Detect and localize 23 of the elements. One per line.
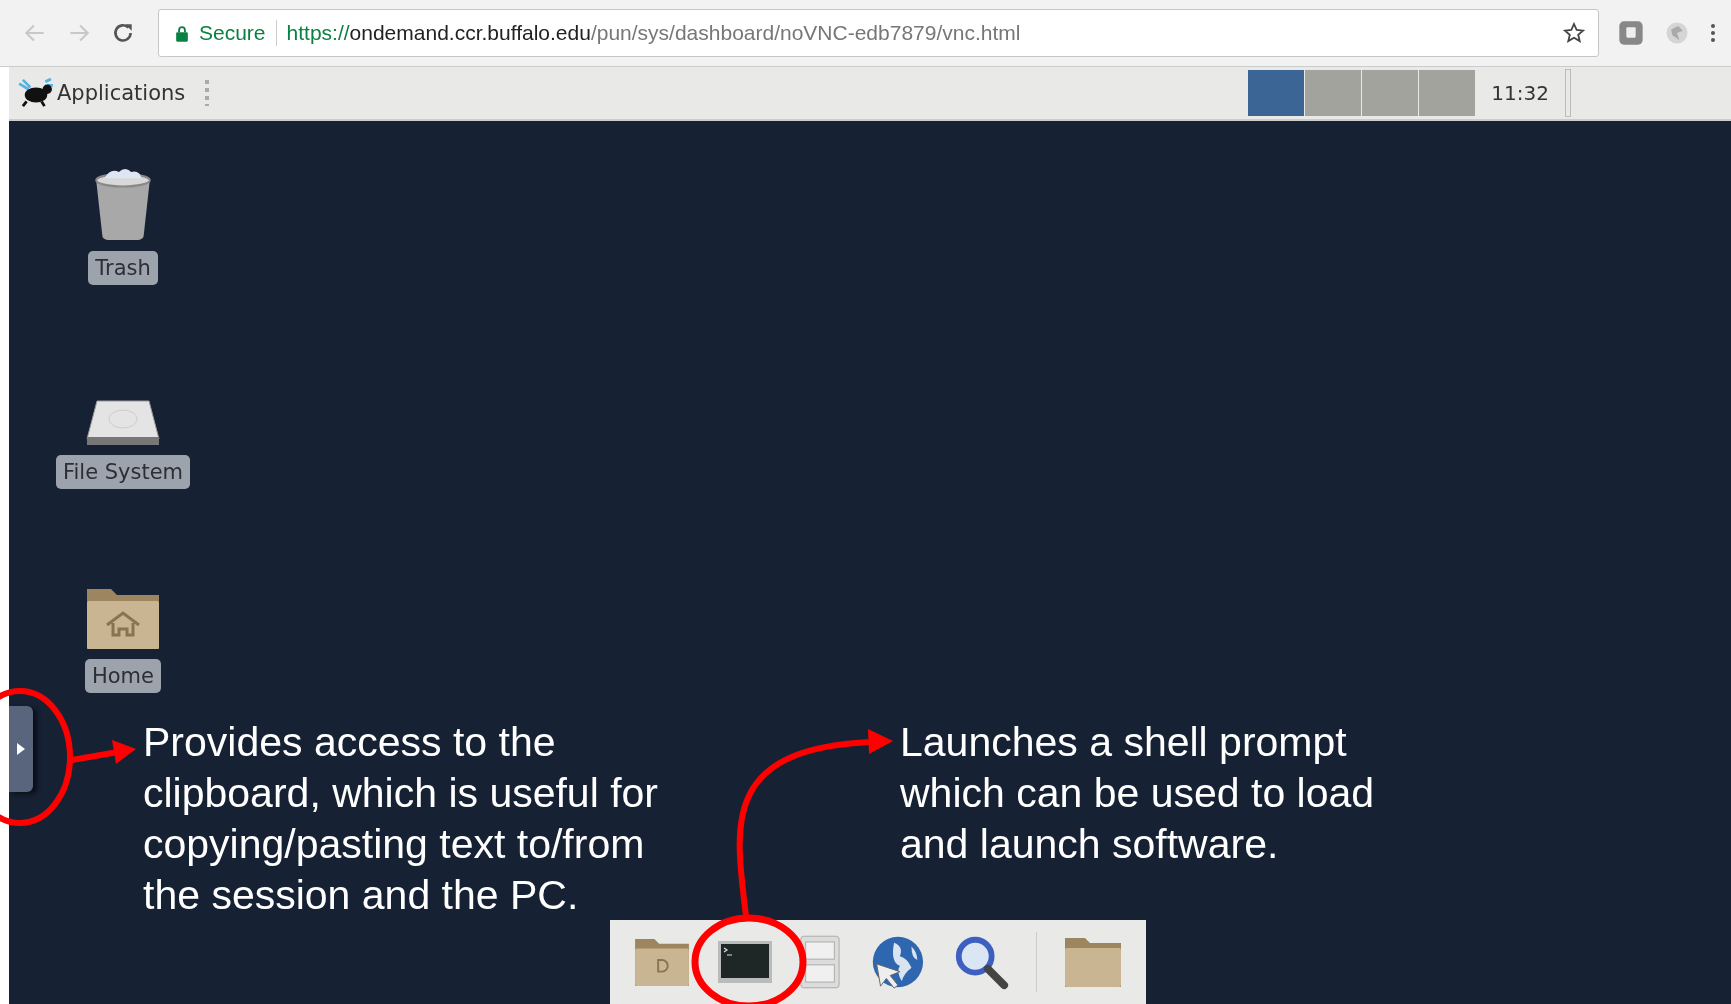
bookmark-star-icon[interactable]	[1562, 21, 1586, 45]
annotation-text: Provides access to the clipboard, which is useful for copying/pasting text to/from the session and the PC.	[143, 718, 659, 920]
panel-handle	[1565, 69, 1571, 117]
clock: 11:32	[1491, 81, 1549, 105]
folder-icon[interactable]	[1062, 936, 1123, 988]
annotation-arrow	[71, 740, 136, 764]
icon-label: Trash	[88, 251, 158, 285]
applications-menu[interactable]: Applications	[9, 78, 192, 108]
extension-icon[interactable]	[1617, 19, 1645, 47]
panel-grip	[205, 80, 210, 106]
annotation-text: Launches a shell prompt which can be used to load and launch software.	[900, 718, 1375, 869]
lock-icon	[175, 24, 189, 42]
file-cabinet-icon[interactable]	[799, 934, 842, 990]
clipboard-tab[interactable]	[9, 706, 33, 792]
url-text: https://ondemand.ccr.buffalo.edu/pun/sys/dashboard/noVNC-edb7879/vnc.html	[286, 21, 1022, 45]
documents-folder-icon[interactable]	[633, 937, 692, 987]
icon-label: File System	[55, 455, 191, 489]
terminal-icon[interactable]	[717, 940, 774, 984]
hard-drive-icon[interactable]	[85, 399, 161, 447]
mouse-logo-icon	[17, 78, 55, 108]
address-bar[interactable]: Secure https://ondemand.ccr.buffalo.edu/pun/sys/dashboard/noVNC-edb7879/vnc.html	[158, 9, 1599, 57]
icon-label: Home	[85, 659, 161, 693]
security-label: Secure	[199, 21, 266, 45]
